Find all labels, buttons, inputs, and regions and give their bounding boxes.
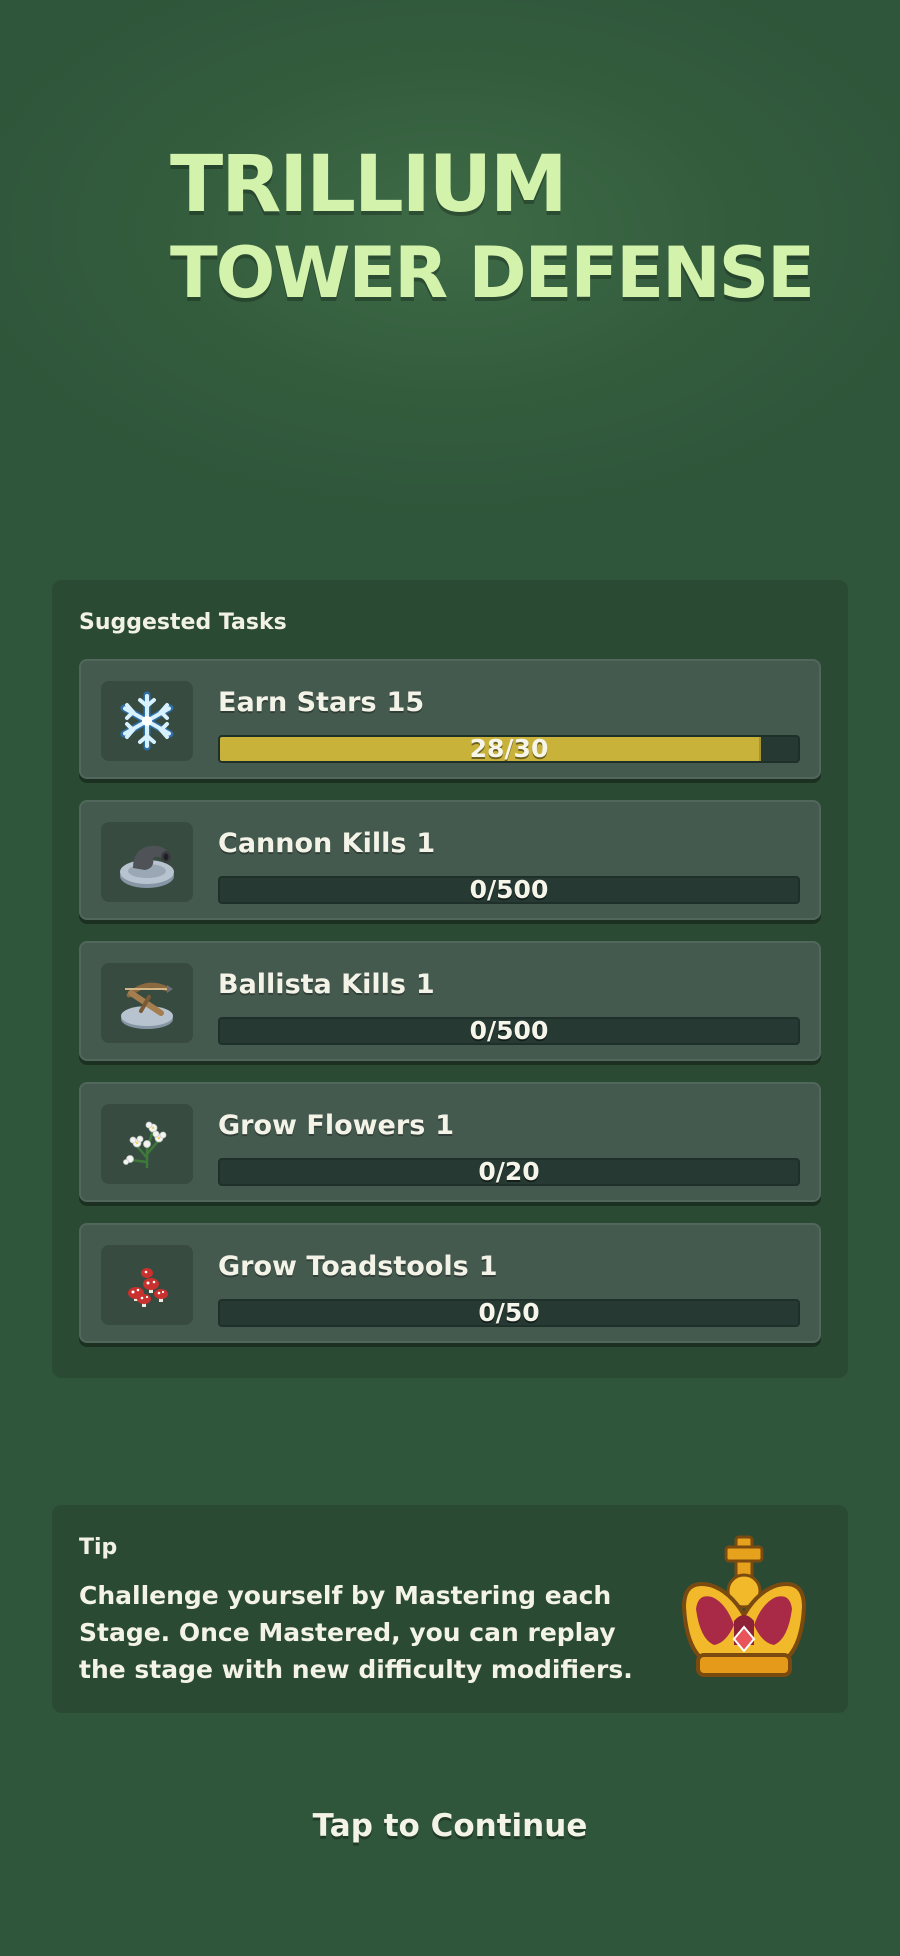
task-count: 15 [386, 687, 425, 718]
task-count: 1 [435, 1110, 455, 1141]
progress-text: 0/50 [478, 1299, 540, 1327]
tip-heading: Tip [79, 1535, 118, 1560]
ballista-icon [121, 982, 173, 1029]
task-icon-box [101, 681, 193, 761]
task-label: Earn Stars [218, 687, 377, 718]
task-label: Grow Flowers [218, 1110, 426, 1141]
suggested-tasks-panel: Suggested Tasks Earn Stars 15 28/30 Cann… [52, 580, 848, 1378]
task-count: 1 [416, 828, 436, 859]
snowflake-icon [120, 691, 174, 751]
task-count: 1 [415, 969, 435, 1000]
task-label: Ballista Kills [218, 969, 406, 1000]
progress-text: 28/30 [469, 735, 549, 763]
title-line-2: TOWER DEFENSE [170, 232, 815, 314]
task-progress-bar: 0/500 [218, 1017, 800, 1045]
task-icon-box [101, 1104, 193, 1184]
tip-text: Challenge yourself by Mastering each Sta… [79, 1581, 633, 1684]
crown-icon [681, 1535, 807, 1677]
progress-text: 0/20 [478, 1158, 540, 1186]
task-card-grow-flowers: Grow Flowers 1 0/20 [79, 1082, 821, 1202]
task-title: Cannon Kills 1 [218, 828, 435, 859]
task-title: Grow Flowers 1 [218, 1110, 454, 1141]
task-title: Earn Stars 15 [218, 687, 424, 718]
game-title: TRILLIUM TOWER DEFENSE [0, 138, 900, 358]
task-title: Ballista Kills 1 [218, 969, 435, 1000]
tap-to-continue-button[interactable]: Tap to Continue [0, 1808, 900, 1844]
task-progress-bar: 0/20 [218, 1158, 800, 1186]
task-progress-bar: 0/50 [218, 1299, 800, 1327]
toadstools-icon [128, 1268, 168, 1307]
task-title: Grow Toadstools 1 [218, 1251, 498, 1282]
task-card-earn-stars: Earn Stars 15 28/30 [79, 659, 821, 779]
task-progress-bar: 0/500 [218, 876, 800, 904]
progress-text: 0/500 [469, 876, 549, 904]
task-card-ballista-kills: Ballista Kills 1 0/500 [79, 941, 821, 1061]
progress-text: 0/500 [469, 1017, 549, 1045]
task-count: 1 [478, 1251, 498, 1282]
task-icon-box [101, 1245, 193, 1325]
task-card-cannon-kills: Cannon Kills 1 0/500 [79, 800, 821, 920]
tip-panel: Tip Challenge yourself by Mastering each… [52, 1505, 848, 1713]
task-label: Grow Toadstools [218, 1251, 469, 1282]
suggested-tasks-heading: Suggested Tasks [79, 610, 287, 635]
task-icon-box [101, 822, 193, 902]
task-label: Cannon Kills [218, 828, 407, 859]
title-line-1: TRILLIUM [170, 140, 568, 230]
flowers-icon [123, 1121, 167, 1168]
cannon-icon [120, 845, 174, 888]
task-progress-bar: 28/30 [218, 735, 800, 763]
task-card-grow-toadstools: Grow Toadstools 1 0/50 [79, 1223, 821, 1343]
task-icon-box [101, 963, 193, 1043]
